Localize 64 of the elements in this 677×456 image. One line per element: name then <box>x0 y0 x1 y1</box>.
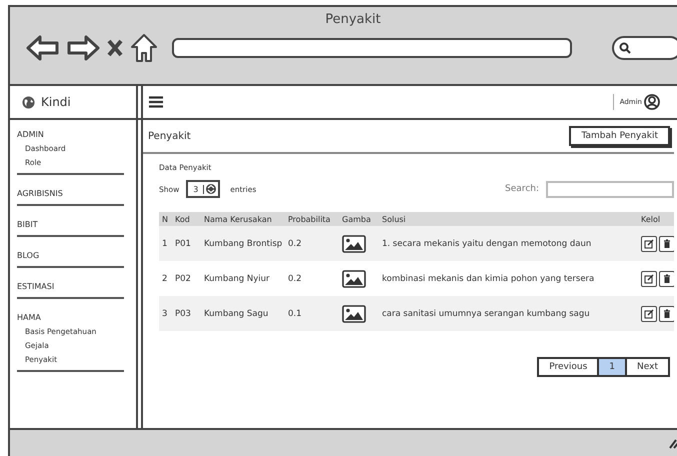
delete-button[interactable] <box>659 306 674 322</box>
trash-icon <box>662 274 672 284</box>
table-cell: kombinasi mekanis dan kimia pohon yang tersera <box>382 274 594 284</box>
entries-spinner[interactable]: 3 <box>186 180 220 198</box>
address-field[interactable] <box>172 38 572 58</box>
forward-icon[interactable] <box>66 34 100 62</box>
delete-button[interactable] <box>659 270 674 286</box>
brand-name: Kindi <box>41 95 71 109</box>
close-icon[interactable] <box>106 38 124 58</box>
edit-button[interactable] <box>641 236 657 252</box>
table-cell: P03 <box>175 308 191 318</box>
globe-icon <box>22 96 35 108</box>
menu-icon[interactable] <box>149 96 163 108</box>
trash-icon <box>662 308 672 318</box>
table-cell: cara sanitasi umumnya serangan kumbang sagu <box>382 308 590 318</box>
edit-icon <box>644 308 654 318</box>
table-cell: 3 <box>162 308 168 318</box>
search-input[interactable] <box>546 180 674 198</box>
image-icon <box>342 270 366 288</box>
table-cell: 0.2 <box>288 274 302 284</box>
edit-button[interactable] <box>641 270 657 286</box>
sidebar-section[interactable]: HAMA <box>17 313 136 322</box>
edit-icon <box>644 238 654 248</box>
column-header: Kod <box>172 212 201 226</box>
sidebar-section[interactable]: ADMIN <box>17 130 136 139</box>
window-title: Penyakit <box>325 12 381 27</box>
table-cell: 1 <box>162 238 168 248</box>
add-button[interactable]: Tambah Penyakit <box>569 126 670 146</box>
table-cell: Kumbang Brontisp <box>204 238 282 248</box>
resize-grip-icon[interactable] <box>668 437 677 449</box>
search-icon <box>619 42 631 54</box>
table-cell: Kumbang Sagu <box>204 308 268 318</box>
previous-button[interactable]: Previous <box>537 357 600 377</box>
page-button[interactable]: 1 <box>597 357 628 377</box>
table-cell: 1. secara mekanis yaitu dengan memotong daun <box>382 238 592 248</box>
sidebar-section[interactable]: ESTIMASI <box>17 282 136 291</box>
home-icon[interactable] <box>130 33 158 63</box>
column-header: Gamba <box>339 212 379 226</box>
table-cell: 0.2 <box>288 238 302 248</box>
next-button[interactable]: Next <box>625 357 670 377</box>
column-header: N <box>159 212 172 226</box>
edit-icon <box>644 274 654 284</box>
edit-button[interactable] <box>641 306 657 322</box>
search-field[interactable] <box>612 36 677 60</box>
trash-icon <box>662 238 672 248</box>
search-label: Search: <box>505 184 539 194</box>
image-icon <box>342 234 366 252</box>
sidebar-section[interactable]: AGRIBISNIS <box>17 189 136 198</box>
delete-button[interactable] <box>659 236 674 252</box>
table-cell: Kumbang Nyiur <box>204 274 270 284</box>
table-cell: 0.1 <box>288 308 302 318</box>
page-title: Penyakit <box>148 130 191 142</box>
back-icon[interactable] <box>26 34 60 62</box>
image-icon <box>342 304 366 322</box>
table-cell: 2 <box>162 274 168 284</box>
table-cell: P02 <box>175 274 191 284</box>
column-header: Solusi <box>379 212 638 226</box>
table-cell: P01 <box>175 238 191 248</box>
sidebar-section[interactable]: BIBIT <box>17 220 136 229</box>
column-header: Kelol <box>638 212 674 226</box>
sidebar-section[interactable]: BLOG <box>17 251 136 260</box>
column-header: Nama Kerusakan <box>201 212 285 226</box>
user-icon[interactable] <box>644 94 660 110</box>
column-header: Probabilita <box>285 212 339 226</box>
